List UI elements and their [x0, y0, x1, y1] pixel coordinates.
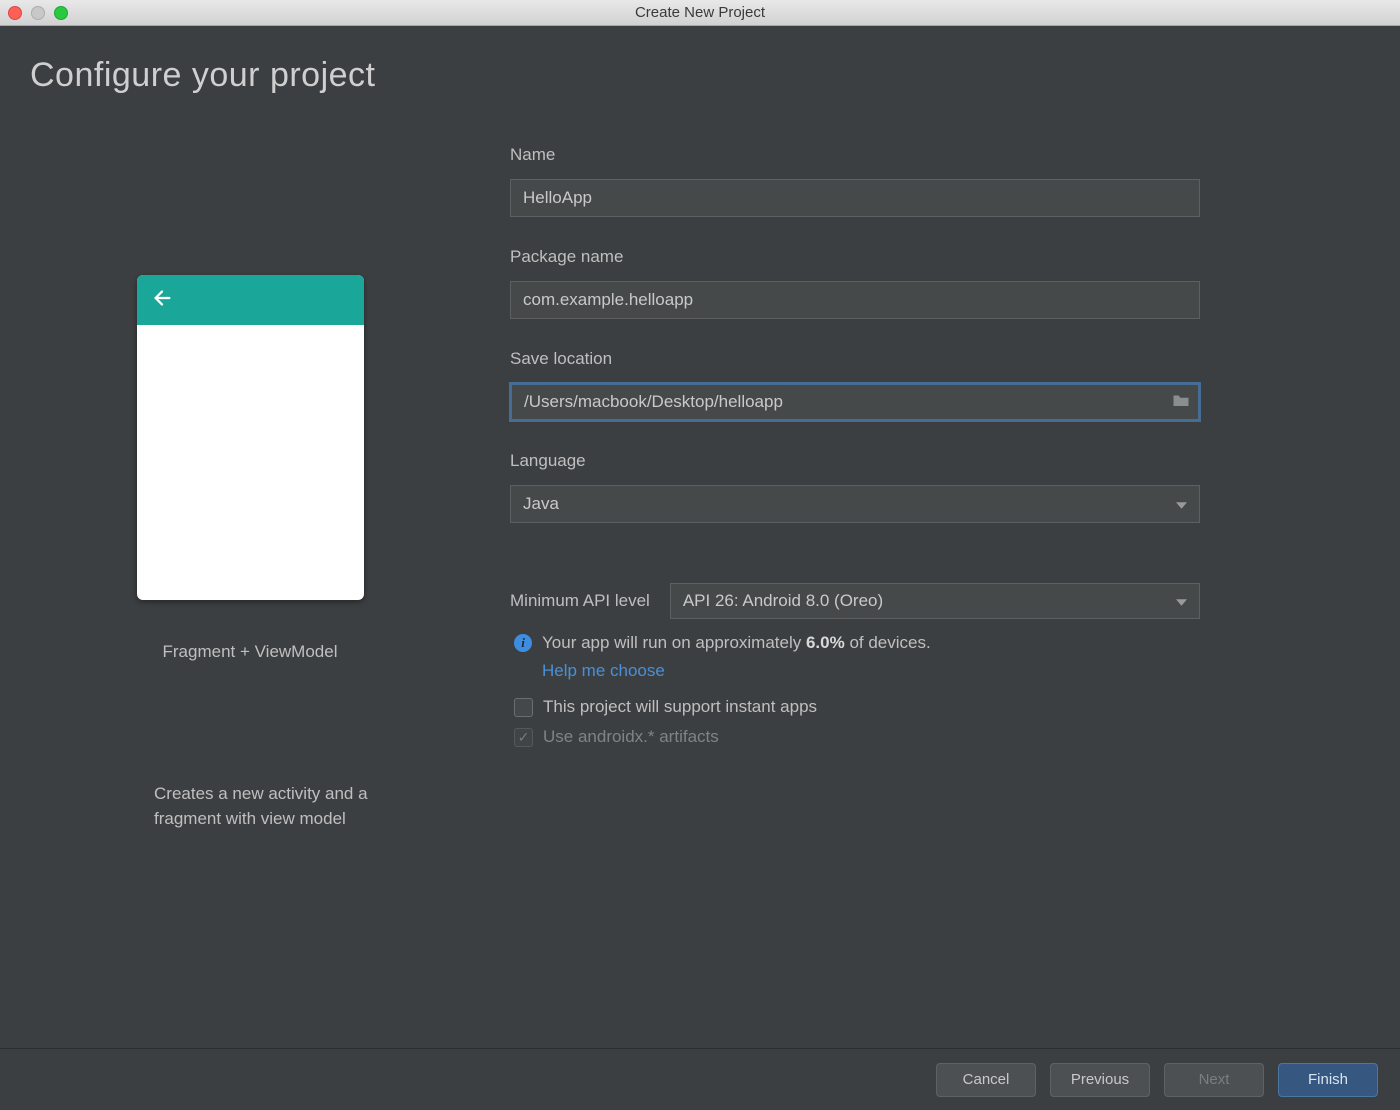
- back-arrow-icon: [151, 287, 173, 313]
- minimize-window-icon: [31, 6, 45, 20]
- api-info-text: Your app will run on approximately 6.0% …: [542, 633, 931, 653]
- name-label: Name: [510, 145, 1200, 165]
- close-window-icon[interactable]: [8, 6, 22, 20]
- finish-button[interactable]: Finish: [1278, 1063, 1378, 1097]
- androidx-checkbox: ✓: [514, 728, 533, 747]
- instant-apps-label: This project will support instant apps: [543, 697, 817, 717]
- min-api-select[interactable]: API 26: Android 8.0 (Oreo): [670, 583, 1200, 619]
- check-icon: ✓: [518, 730, 530, 744]
- instant-apps-checkbox[interactable]: [514, 698, 533, 717]
- save-location-label: Save location: [510, 349, 1200, 369]
- language-select[interactable]: Java: [510, 485, 1200, 523]
- name-input[interactable]: [510, 179, 1200, 217]
- dialog-footer: Cancel Previous Next Finish: [0, 1048, 1400, 1110]
- chevron-down-icon: [1176, 494, 1187, 514]
- window-controls: [8, 6, 68, 20]
- next-button: Next: [1164, 1063, 1264, 1097]
- package-name-input[interactable]: [510, 281, 1200, 319]
- preview-caption: Fragment + ViewModel: [163, 642, 338, 662]
- preview-column: Fragment + ViewModel Creates a new activ…: [30, 145, 470, 831]
- save-location-input[interactable]: [510, 383, 1200, 421]
- window-title: Create New Project: [0, 4, 1400, 21]
- previous-button[interactable]: Previous: [1050, 1063, 1150, 1097]
- form-column: Name Package name Save location: [510, 145, 1200, 831]
- min-api-value: API 26: Android 8.0 (Oreo): [683, 591, 883, 611]
- help-me-choose-link[interactable]: Help me choose: [542, 661, 1200, 681]
- package-name-label: Package name: [510, 247, 1200, 267]
- cancel-button[interactable]: Cancel: [936, 1063, 1036, 1097]
- api-info-row: i Your app will run on approximately 6.0…: [514, 633, 1200, 653]
- language-value: Java: [523, 494, 559, 514]
- page-title: Configure your project: [30, 56, 1370, 95]
- min-api-label: Minimum API level: [510, 591, 650, 611]
- chevron-down-icon: [1176, 591, 1187, 611]
- preview-appbar: [137, 275, 364, 325]
- androidx-label: Use androidx.* artifacts: [543, 727, 719, 747]
- zoom-window-icon[interactable]: [54, 6, 68, 20]
- template-preview: [137, 275, 364, 600]
- browse-folder-icon[interactable]: [1172, 393, 1190, 412]
- preview-description: Creates a new activity and a fragment wi…: [30, 782, 400, 831]
- language-label: Language: [510, 451, 1200, 471]
- dialog-body: Configure your project Fragment + ViewMo…: [0, 26, 1400, 1048]
- info-icon: i: [514, 634, 532, 652]
- window-titlebar: Create New Project: [0, 0, 1400, 26]
